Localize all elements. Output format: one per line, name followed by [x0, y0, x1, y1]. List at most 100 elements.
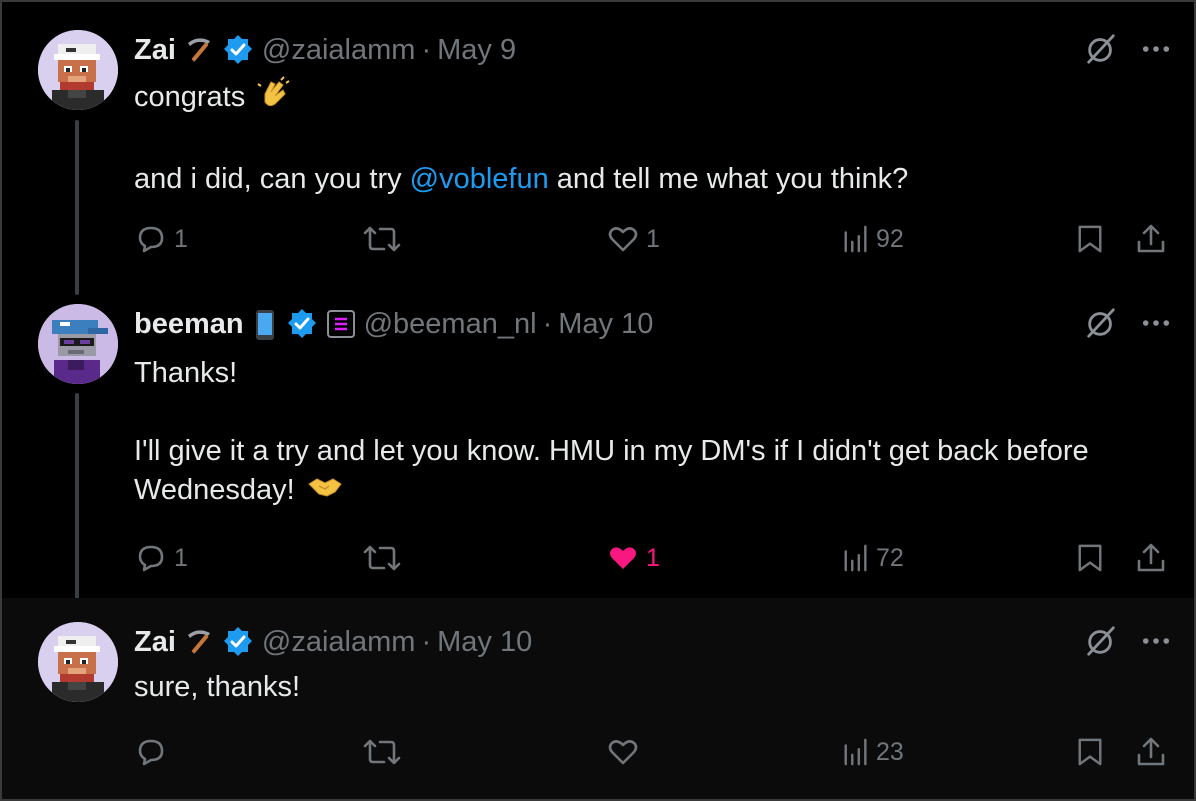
paragraph-text: Thanks! [134, 357, 238, 389]
heart-icon [608, 227, 638, 252]
pixel-ape-avatar-icon [38, 622, 118, 702]
tweet-header: Zai @zaialamm · May 10 [134, 622, 532, 662]
repost-button[interactable] [362, 538, 408, 578]
tweet-header: Zai @zaialamm · May 9 [134, 30, 516, 70]
share-button[interactable] [1134, 538, 1168, 578]
like-count: 1 [646, 543, 660, 572]
reply-icon [138, 545, 164, 572]
display-name[interactable]: Zai [134, 34, 176, 67]
reply-button[interactable]: 1 [134, 538, 188, 578]
paragraph-text: and i did, can you try [134, 163, 410, 195]
reply-count: 1 [174, 224, 188, 253]
tweet-actions: 23 [134, 732, 1174, 772]
views-button[interactable]: 72 [842, 538, 904, 578]
views-icon [844, 738, 867, 766]
handle[interactable]: @zaialamm [262, 626, 416, 659]
tweet[interactable]: Zai @zaialamm · May 10 sure, thanks! 23 [2, 598, 1194, 799]
view-count: 23 [876, 737, 904, 766]
handle[interactable]: @beeman_nl [364, 308, 537, 341]
views-button[interactable]: 92 [842, 219, 904, 259]
paragraph-text: congrats [134, 81, 246, 114]
repost-button[interactable] [362, 732, 408, 772]
grok-icon[interactable] [1084, 306, 1118, 340]
verified-badge-icon[interactable] [222, 626, 254, 658]
views-icon [844, 225, 867, 253]
bookmark-icon [1078, 544, 1102, 572]
more-options-icon[interactable] [1142, 44, 1170, 54]
mobile-phone-icon [252, 309, 278, 340]
more-options-icon[interactable] [1142, 636, 1170, 646]
view-count: 92 [876, 224, 904, 253]
views-icon [844, 544, 867, 572]
repost-icon [363, 226, 401, 252]
pixel-ape-avatar-icon [38, 30, 118, 110]
top-actions [1084, 32, 1170, 66]
separator: · [421, 33, 432, 66]
more-options-icon[interactable] [1142, 318, 1170, 328]
bookmark-button[interactable] [1076, 219, 1104, 259]
reply-icon [138, 226, 164, 253]
repost-icon [363, 739, 401, 765]
heart-filled-icon [610, 547, 636, 569]
tweet-actions: 1 1 72 [134, 538, 1174, 578]
like-button[interactable] [606, 732, 646, 772]
display-name[interactable]: beeman [134, 308, 244, 341]
verified-badge-icon[interactable] [222, 34, 254, 66]
grok-icon[interactable] [1084, 32, 1118, 66]
reply-button[interactable]: 1 [134, 219, 188, 259]
clapping-hands-icon [257, 76, 291, 121]
timestamp[interactable]: May 10 [558, 308, 653, 341]
share-icon [1137, 224, 1165, 253]
avatar[interactable] [38, 622, 118, 702]
reply-icon [138, 739, 164, 766]
bookmark-button[interactable] [1076, 538, 1104, 578]
repost-button[interactable] [362, 219, 408, 259]
tweet-paragraph: congrats [134, 76, 1154, 121]
tweet-actions: 1 1 92 [134, 219, 1174, 259]
paragraph-text: sure, thanks! [134, 671, 301, 703]
top-actions [1084, 306, 1170, 340]
pickaxe-icon [184, 35, 214, 65]
tweet-paragraph: I'll give it a try and let you know. HMU… [134, 432, 1154, 511]
tweet-paragraph: Thanks! [134, 354, 1154, 393]
grok-icon[interactable] [1084, 624, 1118, 658]
separator: · [421, 625, 432, 658]
heart-icon [608, 740, 638, 765]
avatar[interactable] [38, 304, 118, 384]
bookmark-icon [1078, 738, 1102, 766]
share-icon [1137, 737, 1165, 766]
handle[interactable]: @zaialamm [262, 34, 416, 67]
paragraph-text: and tell me what you think? [548, 163, 909, 195]
tweet[interactable]: beeman @beeman_nl · May 10 Thanks! I'll … [2, 290, 1194, 598]
tweet[interactable]: Zai @zaialamm · May 9 congrats and i did… [2, 0, 1194, 290]
reply-button[interactable] [134, 732, 174, 772]
share-button[interactable] [1134, 732, 1168, 772]
handshake-icon [307, 472, 343, 511]
like-button[interactable]: 1 [606, 538, 660, 578]
timestamp[interactable]: May 9 [437, 34, 516, 67]
reply-count: 1 [174, 543, 188, 572]
tweet-header: beeman @beeman_nl · May 10 [134, 304, 653, 344]
solana-affiliate-badge-icon[interactable] [326, 309, 356, 339]
display-name[interactable]: Zai [134, 626, 176, 659]
tweet-text: Thanks! I'll give it a try and let you k… [134, 354, 1154, 511]
avatar[interactable] [38, 30, 118, 110]
mention-link[interactable]: @voblefun [410, 163, 549, 195]
view-count: 72 [876, 543, 904, 572]
tweet-text: congrats and i did, can you try @voblefu… [134, 76, 1154, 199]
share-button[interactable] [1134, 219, 1168, 259]
paragraph-text: I'll give it a try and let you know. HMU… [134, 435, 1089, 506]
share-icon [1137, 543, 1165, 572]
like-count: 1 [646, 224, 660, 253]
timestamp[interactable]: May 10 [437, 626, 532, 659]
bookmark-button[interactable] [1076, 732, 1104, 772]
verified-badge-icon[interactable] [286, 308, 318, 340]
pixel-character-avatar-icon [38, 304, 118, 384]
like-button[interactable]: 1 [606, 219, 660, 259]
views-button[interactable]: 23 [842, 732, 904, 772]
top-actions [1084, 624, 1170, 658]
tweet-paragraph: sure, thanks! [134, 668, 1154, 707]
separator: · [542, 307, 553, 340]
bookmark-icon [1078, 225, 1102, 253]
tweet-paragraph: and i did, can you try @voblefun and tel… [134, 160, 1154, 199]
